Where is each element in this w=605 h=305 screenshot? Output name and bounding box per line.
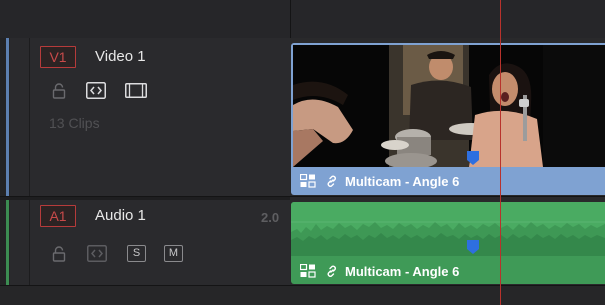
lock-icon[interactable]	[52, 83, 66, 99]
video-clip-multicam-angle-6[interactable]: Multicam - Angle 6	[291, 43, 605, 195]
clip-count: 13 Clips	[49, 115, 100, 131]
clip-thumbnail	[293, 45, 605, 167]
track-destination-badge-a1[interactable]: A1	[40, 205, 76, 227]
video-clip-label: Multicam - Angle 6	[345, 173, 460, 189]
track-destination-badge-v1[interactable]: V1	[40, 46, 76, 68]
ruler-divider	[290, 0, 291, 38]
track-name-audio-1[interactable]: Audio 1	[95, 205, 146, 227]
mute-button[interactable]: M	[164, 245, 183, 262]
auto-select-icon[interactable]	[86, 82, 106, 99]
audio-track-header[interactable]: A1 Audio 1 2.0 S M	[0, 200, 290, 285]
track-header-divider	[29, 200, 30, 285]
solo-button[interactable]: S	[127, 245, 146, 262]
multicam-icon	[300, 174, 316, 188]
audio-clip-label: Multicam - Angle 6	[345, 263, 460, 279]
film-strip-icon[interactable]	[125, 83, 147, 98]
clip-label-bar: Multicam - Angle 6	[291, 258, 605, 284]
audio-channel-level: 2.0	[261, 210, 280, 225]
audio-track-color-stripe	[6, 200, 9, 285]
lock-icon[interactable]	[52, 246, 66, 262]
playhead-line[interactable]	[500, 0, 501, 305]
timeline-ruler[interactable]	[0, 0, 605, 39]
audio-waveform-area	[291, 202, 605, 256]
link-icon	[325, 264, 339, 278]
clip-label-bar: Multicam - Angle 6	[291, 168, 605, 194]
multicam-icon	[300, 264, 316, 278]
track-header-divider	[29, 38, 30, 196]
audio-clip-multicam-angle-6[interactable]: Multicam - Angle 6	[291, 202, 605, 284]
track-divider	[0, 196, 605, 197]
video-track-color-stripe	[6, 38, 9, 196]
video-track-header[interactable]: V1 Video 1 13 Clips	[0, 38, 290, 196]
track-name-video-1[interactable]: Video 1	[95, 46, 146, 68]
auto-select-icon[interactable]	[87, 245, 107, 262]
clip-marker[interactable]	[467, 240, 479, 254]
link-icon	[325, 174, 339, 188]
clip-marker[interactable]	[467, 151, 479, 165]
audio-waveform	[291, 221, 605, 256]
empty-track-row	[0, 286, 605, 305]
